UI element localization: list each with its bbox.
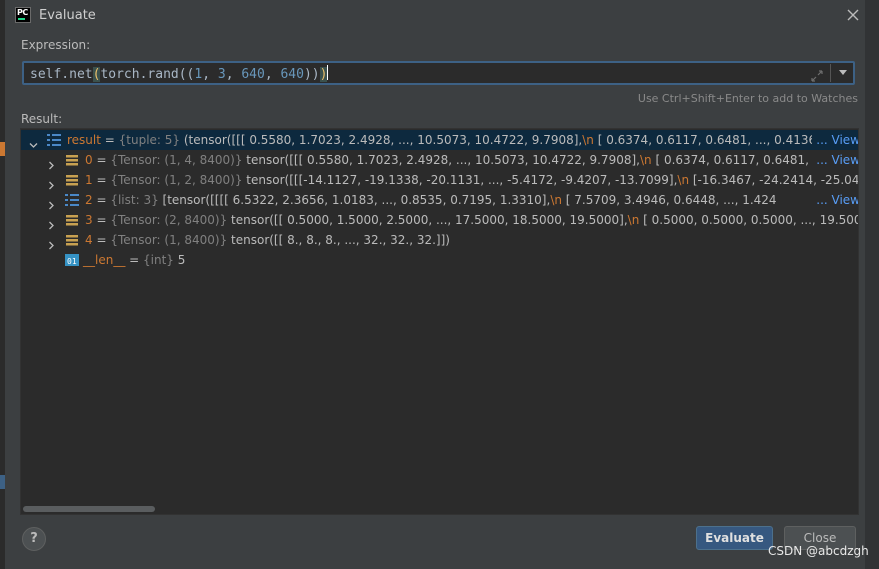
- chevron-right-icon[interactable]: [47, 176, 55, 190]
- expression-label: Expression:: [21, 38, 91, 52]
- newline-escape: \n: [550, 193, 562, 207]
- tree-row-len[interactable]: 01 __len__ = {int} 5: [21, 250, 858, 270]
- svg-text:01: 01: [67, 257, 77, 266]
- tree-row-text: 4 = {Tensor: (1, 8400)} tensor([[ 8., 8.…: [85, 233, 450, 247]
- chevron-right-icon[interactable]: [47, 156, 55, 170]
- evaluate-button[interactable]: Evaluate: [696, 526, 773, 550]
- tree-row[interactable]: 3 = {Tensor: (2, 8400)} tensor([[ 0.5000…: [21, 210, 858, 230]
- int-icon: 01: [65, 253, 79, 267]
- var-type: {Tensor: (2, 8400)}: [110, 213, 232, 227]
- var-type: {Tensor: (1, 8400)}: [110, 233, 232, 247]
- var-value: tensor([[ 0.5000, 1.5000, 2.5000, ..., 1…: [231, 213, 628, 227]
- background-editor-edge: [0, 0, 5, 569]
- var-name: __len__: [83, 253, 126, 267]
- newline-escape: \n: [627, 213, 640, 227]
- view-link[interactable]: ... View: [812, 190, 858, 210]
- var-type: {int}: [143, 253, 178, 267]
- dropdown-separator: [830, 64, 831, 82]
- var-name: 4: [85, 233, 93, 247]
- var-type: {Tensor: (1, 2, 8400)}: [110, 173, 247, 187]
- chevron-right-icon[interactable]: [47, 196, 55, 210]
- var-type: {list: 3}: [110, 193, 163, 207]
- result-tree[interactable]: result = {tuple: 5} (tensor([[[ 0.5580, …: [20, 128, 859, 515]
- tree-row-text: 3 = {Tensor: (2, 8400)} tensor([[ 0.5000…: [85, 210, 858, 230]
- chevron-right-icon[interactable]: [47, 236, 55, 250]
- var-value: tensor([[[ 0.5580, 1.7023, 2.4928, ..., …: [246, 153, 640, 167]
- tree-row[interactable]: 4 = {Tensor: (1, 8400)} tensor([[ 8., 8.…: [21, 230, 858, 250]
- watermark: CSDN @abcdzgh: [768, 544, 869, 558]
- horizontal-scrollbar[interactable]: [23, 506, 155, 512]
- tree-row-result[interactable]: result = {tuple: 5} (tensor([[[ 0.5580, …: [21, 130, 858, 150]
- expand-icon[interactable]: [811, 67, 823, 82]
- var-name: result: [67, 133, 101, 147]
- tree-row[interactable]: 0 = {Tensor: (1, 4, 8400)} tensor([[[ 0.…: [21, 150, 858, 170]
- var-type: {Tensor: (1, 4, 8400)}: [110, 153, 247, 167]
- var-name: 1: [85, 173, 93, 187]
- chevron-down-icon[interactable]: [839, 70, 847, 75]
- var-value: 5: [177, 253, 186, 267]
- view-link[interactable]: ... View: [812, 150, 858, 170]
- pycharm-icon: PC: [15, 7, 31, 23]
- watches-hint: Use Ctrl+Shift+Enter to add to Watches: [637, 92, 858, 105]
- var-value: tensor([[[-14.1127, -19.1338, -20.1131, …: [246, 173, 678, 187]
- title-bar: PC Evaluate: [5, 0, 865, 30]
- list-icon: [47, 133, 61, 147]
- var-name: 0: [85, 153, 93, 167]
- tree-row-text: 1 = {Tensor: (1, 2, 8400)} tensor([[[-14…: [85, 170, 859, 190]
- tree-row[interactable]: 1 = {Tensor: (1, 2, 8400)} tensor([[[-14…: [21, 170, 859, 190]
- tree-row-text: result = {tuple: 5} (tensor([[[ 0.5580, …: [67, 133, 820, 147]
- var-name: 2: [85, 193, 93, 207]
- var-value-tail: [ 0.6374, 0.6117, 0.6481, ..., 0.4136,: [593, 133, 820, 147]
- text-caret: [327, 65, 329, 80]
- newline-escape: \n: [677, 173, 690, 187]
- tree-row-text: 2 = {list: 3} [tensor([[[[ 6.5322, 2.365…: [85, 193, 777, 207]
- var-type: {tuple: 5}: [118, 133, 184, 147]
- newline-escape: \n: [639, 153, 652, 167]
- var-value-tail: [ 7.5709, 3.4946, 0.6448, ..., 1.424: [561, 193, 777, 207]
- var-value-tail: [ 0.6374, 0.6117, 0.6481, ...,: [651, 153, 829, 167]
- list-icon: [65, 193, 79, 207]
- expression-input[interactable]: self.net(torch.rand((1, 3, 640, 640))): [22, 61, 855, 85]
- expression-value: self.net(torch.rand((1, 3, 640, 640))): [30, 65, 329, 82]
- evaluate-dialog: PC Evaluate Expression: self.net(torch.r…: [0, 0, 879, 569]
- var-name: 3: [85, 213, 93, 227]
- editor-marker: [0, 475, 5, 489]
- tree-row-text: 0 = {Tensor: (1, 4, 8400)} tensor([[[ 0.…: [85, 153, 829, 167]
- result-label: Result:: [21, 112, 63, 126]
- newline-escape: \n: [582, 133, 594, 147]
- var-value-tail: [ 0.5000, 0.5000, 0.5000, ..., 19.5000, …: [643, 213, 858, 227]
- chevron-right-icon[interactable]: [47, 216, 55, 230]
- tensor-icon: [65, 233, 79, 247]
- tree-row-text: __len__ = {int} 5: [83, 253, 186, 267]
- close-icon[interactable]: [845, 7, 861, 23]
- tree-row[interactable]: 2 = {list: 3} [tensor([[[[ 6.5322, 2.365…: [21, 190, 858, 210]
- var-value-tail: [-16.3467, -24.2414, -25.0454,: [692, 173, 859, 187]
- var-value: tensor([[ 8., 8., 8., ..., 32., 32., 32.…: [231, 233, 450, 247]
- var-value: (tensor([[[ 0.5580, 1.7023, 2.4928, ...,…: [183, 133, 583, 147]
- chevron-down-icon[interactable]: [29, 136, 38, 148]
- tensor-icon: [65, 173, 79, 187]
- var-value: [tensor([[[[ 6.5322, 2.3656, 1.0183, ...…: [162, 193, 551, 207]
- window-title: Evaluate: [39, 7, 96, 23]
- background-editor-scrollbar: [865, 0, 879, 569]
- editor-marker: [0, 142, 5, 156]
- tensor-icon: [65, 213, 79, 227]
- tensor-icon: [65, 153, 79, 167]
- view-link[interactable]: ... View: [812, 130, 858, 150]
- help-button[interactable]: ?: [22, 527, 46, 551]
